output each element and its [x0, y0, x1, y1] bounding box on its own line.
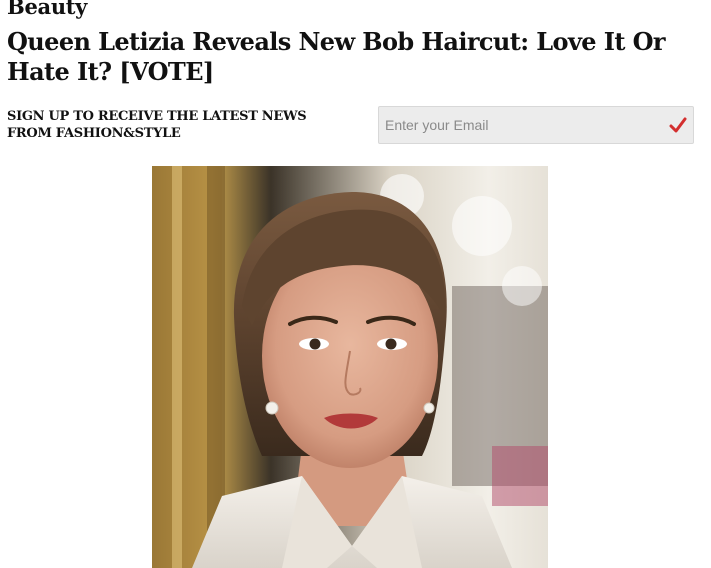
article-category[interactable]: Beauty	[7, 0, 87, 22]
newsletter-signup-text: SIGN UP TO RECEIVE THE LATEST NEWS FROM …	[7, 109, 307, 141]
article-headline: Queen Letizia Reveals New Bob Haircut: L…	[7, 27, 666, 86]
article-photo	[152, 166, 548, 568]
newsletter-email-form	[378, 106, 694, 144]
email-field[interactable]	[379, 107, 671, 143]
check-icon[interactable]	[667, 113, 689, 137]
